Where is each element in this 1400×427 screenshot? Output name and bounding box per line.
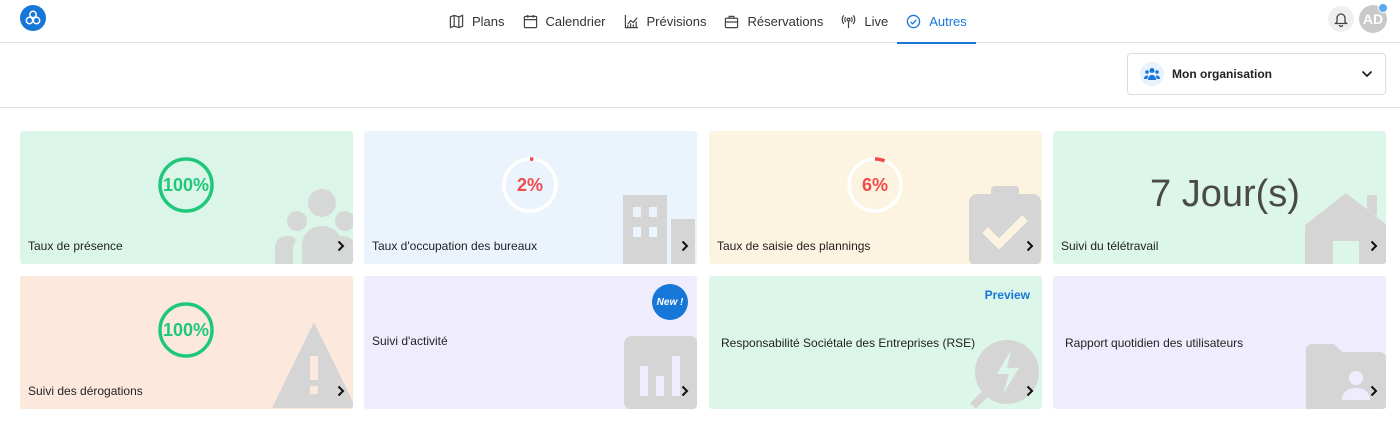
bell-icon <box>1333 13 1349 27</box>
nav-item-plans[interactable]: Plans <box>440 0 514 43</box>
top-navigation-bar: Plans Calendrier Prévisions Réservations… <box>0 0 1400 44</box>
nav-item-live[interactable]: Live <box>832 0 897 43</box>
house-icon <box>1305 193 1386 264</box>
derogations-value: 100% <box>162 320 210 340</box>
chevron-right-icon <box>1026 385 1034 397</box>
chevron-right-icon <box>1370 385 1378 397</box>
presence-value: 100% <box>162 175 210 195</box>
card-taux-presence[interactable]: 100% Taux de présence <box>20 131 353 264</box>
broadcast-icon <box>842 15 856 29</box>
chart-icon <box>624 14 638 29</box>
card-suivi-derogations[interactable]: 100% Suivi des dérogations <box>20 276 353 409</box>
card-title: Responsabilité Sociétale des Entreprises… <box>721 336 976 350</box>
card-taux-occupation[interactable]: 2% Taux d'occupation des bureaux <box>364 131 697 264</box>
organisation-label: Mon organisation <box>1172 67 1272 81</box>
nav-label: Live <box>864 14 889 29</box>
saisie-value: 6% <box>861 175 888 195</box>
user-folder-icon <box>1306 344 1386 409</box>
card-rse[interactable]: Preview Responsabilité Sociétale des Ent… <box>709 276 1042 409</box>
people-group-icon <box>275 189 353 264</box>
nav-label: Plans <box>472 14 505 29</box>
building-icon <box>623 195 695 264</box>
nav-label: Prévisions <box>646 14 707 29</box>
card-taux-saisie[interactable]: 6% Taux de saisie des plannings <box>709 131 1042 264</box>
teletravail-value: 7 Jour(s) <box>1150 173 1300 215</box>
briefcase-icon <box>725 15 739 29</box>
card-title: Taux de présence <box>28 239 123 253</box>
chevron-down-icon <box>1361 70 1373 78</box>
clipboard-check-icon <box>969 186 1041 264</box>
organisation-select[interactable]: Mon organisation <box>1127 53 1386 95</box>
notifications-button[interactable] <box>1328 6 1354 32</box>
nav-label: Calendrier <box>545 14 606 29</box>
nav-label: Autres <box>929 14 967 29</box>
main-nav: Plans Calendrier Prévisions Réservations… <box>440 0 976 44</box>
new-badge: New ! <box>652 284 688 320</box>
card-suivi-activite[interactable]: New ! Suivi d'activité <box>364 276 697 409</box>
bar-chart-icon <box>624 336 697 409</box>
status-dot <box>1378 3 1388 13</box>
filter-bar: Mon organisation <box>0 43 1400 108</box>
chevron-right-icon <box>1026 240 1034 252</box>
chevron-right-icon <box>681 240 689 252</box>
energy-bolt-icon <box>970 340 1039 409</box>
nav-item-autres[interactable]: Autres <box>897 0 976 44</box>
card-rapport-quotidien[interactable]: Rapport quotidien des utilisateurs <box>1053 276 1386 409</box>
nav-item-previsions[interactable]: Prévisions <box>615 0 716 43</box>
users-group-icon <box>1140 62 1164 86</box>
map-icon <box>449 14 464 29</box>
chevron-right-icon <box>681 385 689 397</box>
occupation-value: 2% <box>516 175 543 195</box>
card-title: Suivi d'activité <box>372 334 448 348</box>
chevron-right-icon <box>337 240 345 252</box>
avatar-initials: AD <box>1362 11 1384 27</box>
card-title: Suivi du télétravail <box>1061 239 1159 253</box>
card-title: Taux de saisie des plannings <box>717 239 871 253</box>
card-suivi-teletravail[interactable]: 7 Jour(s) Suivi du télétravail <box>1053 131 1386 264</box>
card-title: Rapport quotidien des utilisateurs <box>1065 336 1244 350</box>
chevron-right-icon <box>337 385 345 397</box>
check-circle-icon <box>906 14 921 29</box>
calendar-icon <box>523 14 537 29</box>
app-logo-icon[interactable] <box>20 5 46 31</box>
nav-item-reservations[interactable]: Réservations <box>715 0 832 43</box>
card-title: Suivi des dérogations <box>28 384 143 398</box>
preview-badge: Preview <box>984 288 1030 302</box>
card-title: Taux d'occupation des bureaux <box>372 239 538 253</box>
nav-item-calendrier[interactable]: Calendrier <box>514 0 615 43</box>
nav-label: Réservations <box>747 14 824 29</box>
chevron-right-icon <box>1370 240 1378 252</box>
